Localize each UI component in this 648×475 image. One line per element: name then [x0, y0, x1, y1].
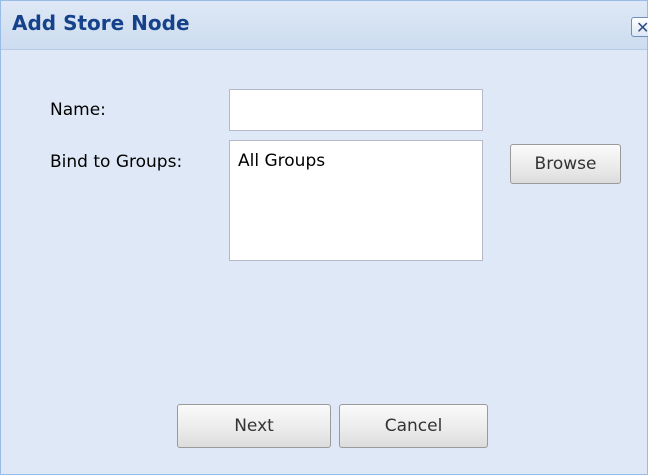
name-label: Name: — [50, 100, 106, 120]
browse-button[interactable]: Browse — [510, 144, 621, 184]
groups-field[interactable]: All Groups — [229, 140, 483, 261]
dialog-title: Add Store Node — [12, 11, 190, 35]
next-button[interactable]: Next — [177, 404, 331, 448]
cancel-button[interactable]: Cancel — [339, 404, 488, 448]
dialog-titlebar[interactable]: Add Store Node ✕ — [1, 1, 648, 50]
name-input[interactable] — [229, 89, 483, 131]
bind-to-groups-label: Bind to Groups: — [50, 152, 183, 172]
groups-value: All Groups — [238, 151, 326, 171]
close-icon[interactable]: ✕ — [631, 17, 648, 37]
